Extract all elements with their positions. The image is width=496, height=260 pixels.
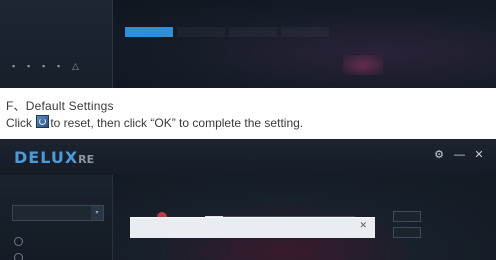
rate-tab-4[interactable]	[281, 27, 329, 37]
sidebar-item[interactable]	[14, 237, 29, 246]
reset-dialog: ✕	[130, 217, 375, 238]
window-controls: ⚙ — ✕	[434, 148, 484, 162]
profile-selector[interactable]: ▾	[12, 205, 104, 221]
close-icon[interactable]: ✕	[359, 220, 367, 231]
dpi-icon[interactable]: ▪	[57, 62, 65, 71]
sidebar-item[interactable]	[14, 253, 29, 260]
reset-icon	[36, 115, 50, 128]
rate-tab-1[interactable]	[125, 27, 173, 37]
slider-value-box[interactable]	[393, 211, 421, 222]
sidebar-item-icon	[14, 253, 23, 260]
top-screenshot: ▪ ▪ ▪ ▪ △	[0, 0, 496, 88]
brand-suffix: RE	[78, 153, 95, 166]
bottom-screenshot: DELUXRE ⚙ — ✕ ▾ ✕	[0, 139, 496, 260]
lighting-icon[interactable]: ▪	[27, 62, 35, 71]
top-sidebar-icon-row: ▪ ▪ ▪ ▪ △	[12, 62, 80, 71]
brand-name: DELUX	[14, 148, 79, 167]
rate-tab-3[interactable]	[229, 27, 277, 37]
sidebar-item-icon	[14, 237, 23, 246]
brand-logo: DELUXRE	[14, 148, 94, 167]
top-sidebar: ▪ ▪ ▪ ▪ △	[0, 0, 113, 88]
rate-tab-2[interactable]	[177, 27, 225, 37]
instruction-text: Click to reset, then click “OK” to compl…	[6, 115, 303, 130]
section-heading: F、Default Settings	[6, 99, 114, 113]
slider-value-box[interactable]	[393, 227, 421, 238]
report-rate-tabs	[125, 27, 329, 37]
mouse-icon[interactable]: ▪	[12, 62, 20, 71]
minimize-icon[interactable]: —	[454, 148, 465, 162]
profile-dropdown-icon[interactable]: ▾	[91, 206, 103, 220]
app-sidebar: ▾	[0, 175, 113, 260]
macro-icon[interactable]: ▪	[42, 62, 50, 71]
top-main-panel	[113, 0, 496, 88]
settings-icon[interactable]: ⚙	[434, 148, 444, 162]
close-icon[interactable]: ✕	[474, 148, 484, 162]
instruction-before: Click	[6, 116, 36, 130]
settings-icon[interactable]: △	[72, 62, 80, 71]
instruction-after: to reset, then click “OK” to complete th…	[50, 116, 304, 130]
app-titlebar: DELUXRE ⚙ — ✕	[0, 139, 496, 175]
background-glow	[343, 55, 383, 75]
